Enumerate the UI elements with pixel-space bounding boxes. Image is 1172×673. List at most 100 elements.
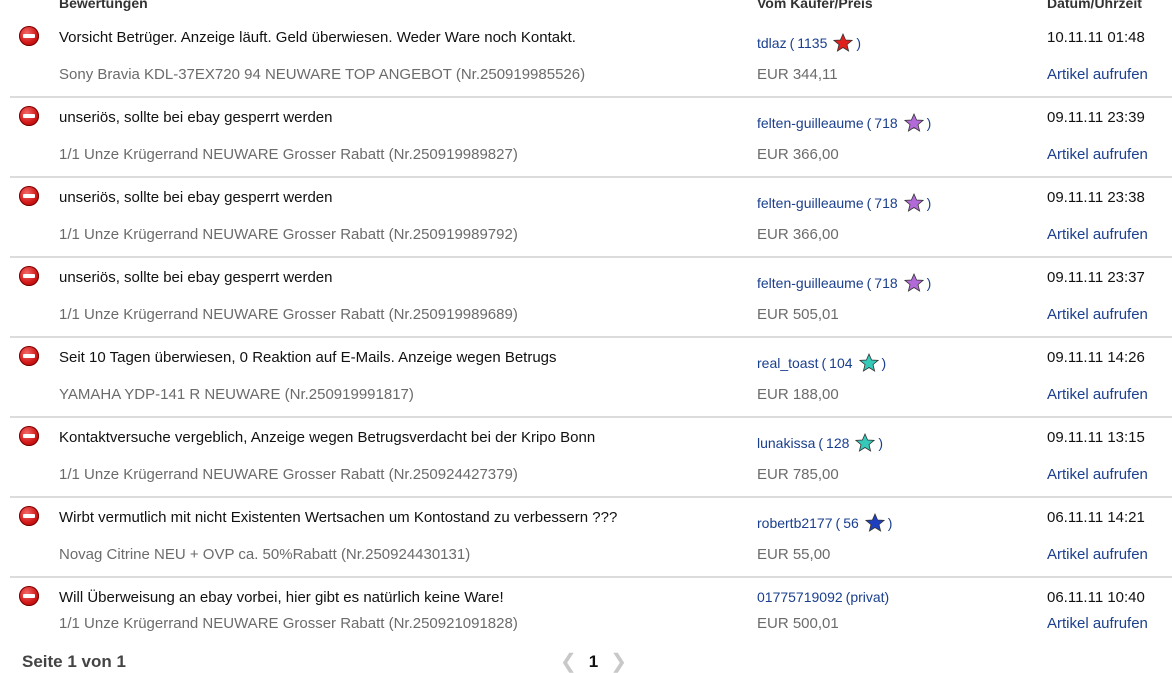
feedback-score-link[interactable]: 718 xyxy=(874,195,897,211)
buyer-link[interactable]: real_toast xyxy=(757,355,818,371)
buyer-info: lunakissa(128) xyxy=(757,433,886,453)
feedback-list: Vorsicht Betrüger. Anzeige läuft. Geld ü… xyxy=(10,18,1172,646)
item-title: YAMAHA YDP-141 R NEUWARE (Nr.25091999181… xyxy=(59,386,414,403)
date-time: 09.11.11 14:26 xyxy=(1047,349,1145,366)
paren-close: ) xyxy=(926,275,932,291)
view-item-link[interactable]: Artikel aufrufen xyxy=(1047,466,1148,483)
paren-open: ( xyxy=(835,515,841,531)
view-item-link[interactable]: Artikel aufrufen xyxy=(1047,66,1148,83)
header-buyer-price[interactable]: Vom Käufer/Preis xyxy=(757,0,873,11)
view-item-link[interactable]: Artikel aufrufen xyxy=(1047,386,1148,403)
buyer-info: tdlaz(1135) xyxy=(757,33,864,53)
buyer-link[interactable]: tdlaz xyxy=(757,35,787,51)
paren-open: ( xyxy=(866,195,872,211)
feedback-score-link[interactable]: 718 xyxy=(874,275,897,291)
feedback-comment: unseriös, sollte bei ebay gesperrt werde… xyxy=(59,189,333,206)
current-page[interactable]: 1 xyxy=(589,652,598,672)
price: EUR 55,00 xyxy=(757,546,831,563)
private-label: (privat) xyxy=(845,589,890,605)
date-time: 06.11.11 10:40 xyxy=(1047,589,1145,606)
paren-close: ) xyxy=(881,355,887,371)
buyer-info: felten-guilleaume(718) xyxy=(757,113,934,133)
view-item-link[interactable]: Artikel aufrufen xyxy=(1047,146,1148,163)
header-feedback[interactable]: Bewertungen xyxy=(59,0,148,11)
item-title: 1/1 Unze Krügerrand NEUWARE Grosser Raba… xyxy=(59,306,518,323)
price: EUR 505,01 xyxy=(757,306,839,323)
feedback-score-link[interactable]: 1135 xyxy=(797,35,827,51)
date-time: 06.11.11 14:21 xyxy=(1047,509,1145,526)
item-title: Novag Citrine NEU + OVP ca. 50%Rabatt (N… xyxy=(59,546,471,563)
star-icon[interactable] xyxy=(833,33,854,53)
table-row: Wirbt vermutlich mit nicht Existenten We… xyxy=(10,498,1172,578)
table-row: Will Überweisung an ebay vorbei, hier gi… xyxy=(10,578,1172,646)
view-item-link[interactable]: Artikel aufrufen xyxy=(1047,615,1148,632)
price: EUR 366,00 xyxy=(757,146,839,163)
price: EUR 500,01 xyxy=(757,615,839,632)
date-time: 09.11.11 23:39 xyxy=(1047,109,1145,126)
date-time: 09.11.11 23:38 xyxy=(1047,189,1145,206)
page-info: Seite 1 von 1 xyxy=(22,652,126,671)
feedback-comment: Will Überweisung an ebay vorbei, hier gi… xyxy=(59,589,504,606)
item-title: 1/1 Unze Krügerrand NEUWARE Grosser Raba… xyxy=(59,226,518,243)
item-title: 1/1 Unze Krügerrand NEUWARE Grosser Raba… xyxy=(59,146,518,163)
chevron-right-icon[interactable]: ❯ xyxy=(610,652,627,672)
table-row: unseriös, sollte bei ebay gesperrt werde… xyxy=(10,258,1172,338)
star-icon[interactable] xyxy=(864,513,885,533)
negative-rating-icon xyxy=(19,266,39,286)
buyer-link[interactable]: felten-guilleaume xyxy=(757,115,864,131)
paren-close: ) xyxy=(926,115,932,131)
table-row: Kontaktversuche vergeblich, Anzeige wege… xyxy=(10,418,1172,498)
view-item-link[interactable]: Artikel aufrufen xyxy=(1047,306,1148,323)
chevron-left-icon[interactable]: ❮ xyxy=(560,652,577,672)
negative-rating-icon xyxy=(19,186,39,206)
price: EUR 344,11 xyxy=(757,66,838,83)
buyer-link[interactable]: 01775719092 xyxy=(757,589,843,605)
view-item-link[interactable]: Artikel aufrufen xyxy=(1047,546,1148,563)
item-title: 1/1 Unze Krügerrand NEUWARE Grosser Raba… xyxy=(59,615,518,632)
table-row: Vorsicht Betrüger. Anzeige läuft. Geld ü… xyxy=(10,18,1172,98)
buyer-link[interactable]: lunakissa xyxy=(757,435,815,451)
table-row: unseriös, sollte bei ebay gesperrt werde… xyxy=(10,178,1172,258)
date-time: 09.11.11 13:15 xyxy=(1047,429,1145,446)
buyer-info: felten-guilleaume(718) xyxy=(757,193,934,213)
buyer-info: real_toast(104) xyxy=(757,353,889,373)
pagination-bar: Seite 1 von 1 ❮ 1 ❯ xyxy=(0,650,1172,672)
feedback-score-link[interactable]: 128 xyxy=(826,435,849,451)
feedback-score-link[interactable]: 718 xyxy=(874,115,897,131)
negative-rating-icon xyxy=(19,586,39,606)
star-icon[interactable] xyxy=(855,433,876,453)
date-time: 10.11.11 01:48 xyxy=(1047,29,1145,46)
feedback-score-link[interactable]: 56 xyxy=(843,515,859,531)
paren-open: ( xyxy=(789,35,795,51)
feedback-comment: unseriös, sollte bei ebay gesperrt werde… xyxy=(59,109,333,126)
buyer-link[interactable]: felten-guilleaume xyxy=(757,275,864,291)
negative-rating-icon xyxy=(19,346,39,366)
price: EUR 785,00 xyxy=(757,466,839,483)
table-header: Bewertungen Vom Käufer/Preis Datum/Uhrze… xyxy=(0,0,1172,18)
paren-close: ) xyxy=(878,435,884,451)
paren-open: ( xyxy=(866,115,872,131)
buyer-info: robertb2177(56) xyxy=(757,513,895,533)
header-date-time[interactable]: Datum/Uhrzeit xyxy=(1047,0,1142,11)
negative-rating-icon xyxy=(19,426,39,446)
star-icon[interactable] xyxy=(903,273,924,293)
paren-open: ( xyxy=(818,435,824,451)
buyer-info: felten-guilleaume(718) xyxy=(757,273,934,293)
feedback-comment: Seit 10 Tagen überwiesen, 0 Reaktion auf… xyxy=(59,349,557,366)
star-icon[interactable] xyxy=(903,193,924,213)
buyer-link[interactable]: robertb2177 xyxy=(757,515,833,531)
view-item-link[interactable]: Artikel aufrufen xyxy=(1047,226,1148,243)
paren-close: ) xyxy=(926,195,932,211)
star-icon[interactable] xyxy=(858,353,879,373)
table-row: Seit 10 Tagen überwiesen, 0 Reaktion auf… xyxy=(10,338,1172,418)
buyer-info: 01775719092 (privat) xyxy=(757,589,892,605)
item-title: Sony Bravia KDL-37EX720 94 NEUWARE TOP A… xyxy=(59,66,586,83)
feedback-comment: unseriös, sollte bei ebay gesperrt werde… xyxy=(59,269,333,286)
buyer-link[interactable]: felten-guilleaume xyxy=(757,195,864,211)
pager: ❮ 1 ❯ xyxy=(560,652,627,672)
star-icon[interactable] xyxy=(903,113,924,133)
negative-rating-icon xyxy=(19,106,39,126)
feedback-score-link[interactable]: 104 xyxy=(829,355,852,371)
feedback-comment: Wirbt vermutlich mit nicht Existenten We… xyxy=(59,509,618,526)
price: EUR 188,00 xyxy=(757,386,839,403)
